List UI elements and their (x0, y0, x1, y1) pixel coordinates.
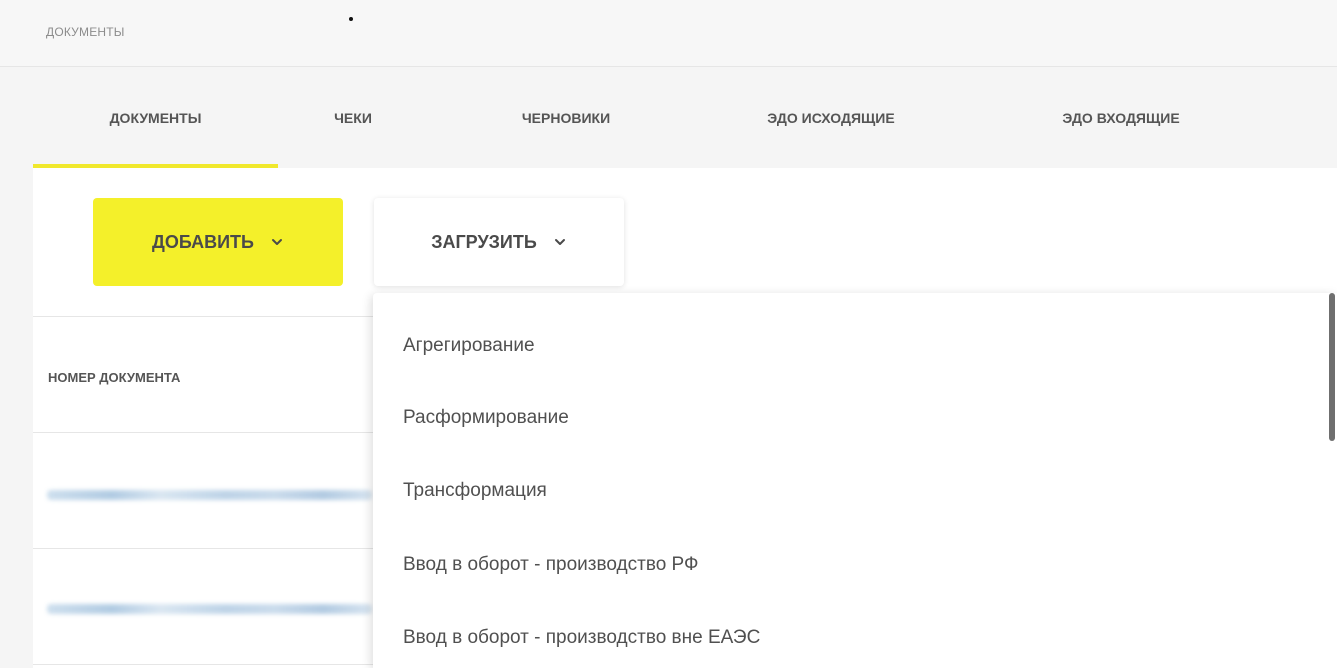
upload-dropdown-menu: Агрегирование Расформирование Трансформа… (373, 293, 1337, 668)
upload-button-label: ЗАГРУЗИТЬ (431, 231, 537, 252)
tab-label: ЭДО ВХОДЯЩИЕ (1062, 109, 1180, 126)
table-divider (33, 548, 373, 549)
tab-label: ЭДО ИСХОДЯЩИЕ (767, 109, 895, 126)
upload-button[interactable]: ЗАГРУЗИТЬ (374, 198, 624, 286)
table-divider (33, 664, 373, 665)
tab-receipts[interactable]: ЧЕКИ (303, 67, 403, 168)
page: ДОКУМЕНТЫ ДОКУМЕНТЫ ЧЕКИ ЧЕРНОВИКИ ЭДО И… (0, 0, 1337, 668)
dropdown-scrollbar[interactable] (1329, 293, 1335, 441)
table-divider (33, 432, 373, 433)
document-number-link-blurred[interactable] (47, 604, 372, 614)
document-number-link-blurred[interactable] (47, 490, 372, 500)
tab-edo-incoming[interactable]: ЭДО ВХОДЯЩИЕ (1026, 67, 1216, 168)
tab-label: ДОКУМЕНТЫ (109, 109, 202, 126)
page-header: ДОКУМЕНТЫ (0, 0, 1337, 67)
tab-drafts[interactable]: ЧЕРНОВИКИ (486, 67, 646, 168)
tab-label: ЧЕКИ (334, 109, 372, 126)
tab-edo-outgoing[interactable]: ЭДО ИСХОДЯЩИЕ (726, 67, 936, 168)
tab-documents[interactable]: ДОКУМЕНТЫ (33, 67, 278, 168)
menu-item-transformation[interactable]: Трансформация (403, 480, 547, 502)
menu-item-aggregation[interactable]: Агрегирование (403, 335, 535, 357)
add-button-label: ДОБАВИТЬ (152, 231, 254, 252)
page-title: ДОКУМЕНТЫ (46, 25, 125, 39)
mouse-cursor-dot (349, 17, 353, 21)
menu-item-introduction-rf[interactable]: Ввод в оборот - производство РФ (403, 554, 698, 576)
table-divider (33, 316, 373, 317)
tab-label: ЧЕРНОВИКИ (521, 109, 611, 126)
add-button[interactable]: ДОБАВИТЬ (93, 198, 343, 286)
chevron-down-icon (554, 239, 565, 245)
chevron-down-icon (271, 239, 282, 245)
column-header-document-number: НОМЕР ДОКУМЕНТА (48, 370, 181, 385)
tab-bar: ДОКУМЕНТЫ ЧЕКИ ЧЕРНОВИКИ ЭДО ИСХОДЯЩИЕ Э… (33, 67, 1337, 168)
menu-item-disaggregation[interactable]: Расформирование (403, 407, 569, 429)
menu-item-introduction-non-eaeu[interactable]: Ввод в оборот - производство вне ЕАЭС (403, 627, 760, 649)
